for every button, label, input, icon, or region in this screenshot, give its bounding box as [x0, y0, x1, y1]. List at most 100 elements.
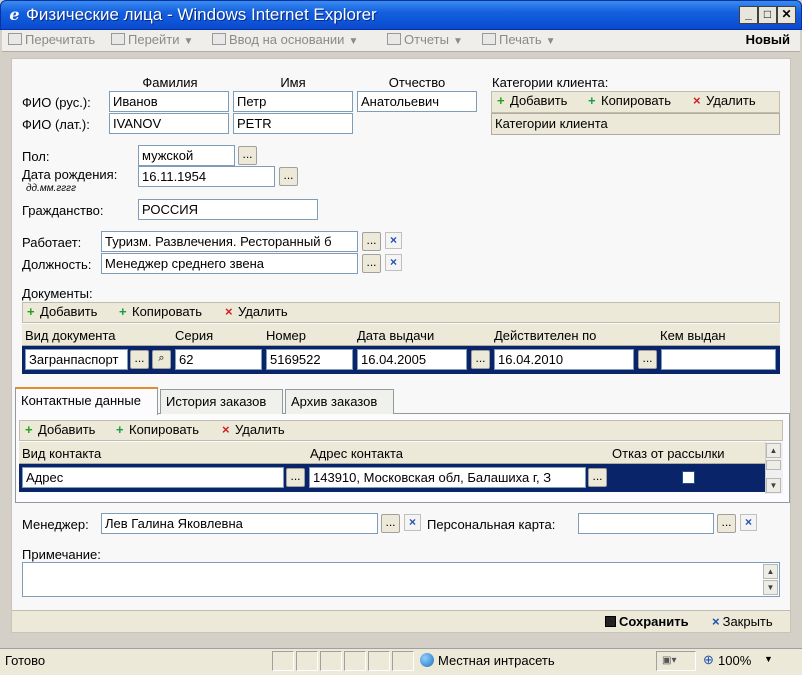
doc-type-select-button[interactable]: ...	[130, 350, 149, 369]
print-button[interactable]: Печать ▼	[482, 30, 556, 50]
last-name-lat-input[interactable]: IVANOV	[109, 113, 229, 134]
works-input[interactable]: Туризм. Развлечения. Ресторанный б	[101, 231, 358, 252]
documents-add-button[interactable]: + Добавить	[27, 304, 97, 320]
note-scroll-down-icon[interactable]: ▼	[763, 580, 778, 595]
goto-icon	[111, 33, 125, 45]
citizenship-input[interactable]: РОССИЯ	[138, 199, 318, 220]
doc-valid-input[interactable]: 16.04.2010	[494, 349, 634, 370]
scroll-up-icon[interactable]: ▲	[766, 443, 781, 458]
works-label: Работает:	[22, 235, 82, 250]
tab-order-history[interactable]: История заказов	[160, 389, 283, 414]
status-cell-6	[392, 651, 414, 671]
copy-icon: +	[588, 93, 596, 108]
goto-label: Перейти	[128, 32, 180, 47]
card-input[interactable]	[578, 513, 714, 534]
tab-order-archive[interactable]: Архив заказов	[285, 389, 394, 414]
status-cell-2	[296, 651, 318, 671]
card-label: Персональная карта:	[427, 517, 556, 532]
manager-label: Менеджер:	[22, 517, 89, 532]
manager-select-button[interactable]: ...	[381, 514, 400, 533]
status-cell-3	[320, 651, 342, 671]
delete-icon: ×	[693, 93, 701, 108]
position-clear-icon[interactable]: ×	[385, 254, 402, 271]
contact-address-input[interactable]: 143910, Московская обл, Балашиха г, З	[309, 467, 586, 488]
zoom-text[interactable]: 100%	[718, 652, 751, 670]
col-last-name: Фамилия	[142, 75, 198, 90]
contact-address-select-button[interactable]: ...	[588, 468, 607, 487]
zone-text: Местная интрасеть	[438, 653, 555, 668]
manager-input[interactable]: Лев Галина Яковлевна	[101, 513, 378, 534]
maximize-button[interactable]: □	[758, 6, 777, 24]
doc-issued-by-input[interactable]	[661, 349, 776, 370]
contact-type-select-button[interactable]: ...	[286, 468, 305, 487]
contacts-copy-button[interactable]: + Копировать	[116, 422, 199, 438]
first-name-lat-input[interactable]: PETR	[233, 113, 353, 134]
save-button[interactable]: Сохранить	[605, 614, 689, 630]
card-select-button[interactable]: ...	[717, 514, 736, 533]
gender-input[interactable]: мужской	[138, 145, 235, 166]
contacts-delete-button[interactable]: × Удалить	[222, 422, 285, 438]
citizenship-label: Гражданство:	[22, 203, 104, 218]
contact-type-input[interactable]: Адрес	[22, 467, 284, 488]
doc-type-input[interactable]: Загранпаспорт	[25, 349, 128, 370]
note-label: Примечание:	[22, 547, 101, 562]
reports-button[interactable]: Отчеты ▼	[387, 30, 463, 50]
print-label: Печать	[499, 32, 542, 47]
documents-delete-label: Удалить	[238, 304, 288, 319]
gender-select-button[interactable]: ...	[238, 146, 257, 165]
goto-button[interactable]: Перейти ▼	[111, 30, 193, 50]
fio-lat-label: ФИО (лат.):	[22, 117, 90, 132]
categories-add-button[interactable]: + Добавить	[497, 93, 567, 109]
minimize-button[interactable]: _	[739, 6, 758, 24]
based-on-icon	[212, 33, 226, 45]
based-on-button[interactable]: Ввод на основании ▼	[212, 30, 358, 50]
zoom-dropdown-icon[interactable]: ▼	[764, 654, 773, 664]
note-textarea[interactable]	[22, 562, 780, 597]
first-name-rus-input[interactable]: Петр	[233, 91, 353, 112]
documents-copy-button[interactable]: + Копировать	[119, 304, 202, 320]
doc-series-input[interactable]: 62	[175, 349, 262, 370]
new-record-label: Новый	[745, 32, 790, 47]
contacts-copy-label: Копировать	[129, 422, 199, 437]
last-name-rus-input[interactable]: Иванов	[109, 91, 229, 112]
contacts-delete-label: Удалить	[235, 422, 285, 437]
categories-delete-button[interactable]: × Удалить	[693, 93, 756, 109]
tab-contacts[interactable]: Контактные данные	[15, 387, 158, 415]
documents-col-valid: Действителен по	[494, 328, 597, 343]
contacts-col-unsubscribe: Отказ от рассылки	[612, 446, 725, 461]
doc-valid-picker-button[interactable]: ...	[638, 350, 657, 369]
categories-copy-label: Копировать	[601, 93, 671, 108]
scroll-down-icon[interactable]: ▼	[766, 478, 781, 493]
categories-copy-button[interactable]: + Копировать	[588, 93, 671, 109]
reread-button[interactable]: Перечитать	[8, 30, 95, 50]
fio-rus-label: ФИО (рус.):	[22, 95, 91, 110]
card-clear-icon[interactable]: ×	[740, 514, 757, 531]
delete-icon: ×	[222, 422, 230, 437]
works-clear-icon[interactable]: ×	[385, 232, 402, 249]
close-window-button[interactable]: ✕	[777, 6, 796, 24]
doc-issued-picker-button[interactable]: ...	[471, 350, 490, 369]
based-on-dropdown-icon: ▼	[348, 36, 359, 47]
manager-clear-icon[interactable]: ×	[404, 514, 421, 531]
doc-number-input[interactable]: 5169522	[266, 349, 353, 370]
doc-search-icon[interactable]: ⌕	[152, 350, 171, 369]
birth-date-picker-button[interactable]: ...	[279, 167, 298, 186]
contacts-col-address: Адрес контакта	[310, 446, 403, 461]
add-icon: +	[25, 422, 33, 437]
position-select-button[interactable]: ...	[362, 254, 381, 273]
unsubscribe-checkbox[interactable]	[682, 471, 695, 484]
birth-date-input[interactable]: 16.11.1954	[138, 166, 275, 187]
goto-dropdown-icon: ▼	[183, 36, 194, 47]
position-input[interactable]: Менеджер среднего звена	[101, 253, 358, 274]
doc-issued-input[interactable]: 16.04.2005	[357, 349, 467, 370]
contacts-add-button[interactable]: + Добавить	[25, 422, 95, 438]
documents-add-label: Добавить	[40, 304, 98, 319]
documents-delete-button[interactable]: × Удалить	[225, 304, 288, 320]
works-select-button[interactable]: ...	[362, 232, 381, 251]
categories-delete-label: Удалить	[706, 93, 756, 108]
close-button[interactable]: × Закрыть	[712, 614, 773, 630]
scroll-thumb[interactable]	[766, 460, 781, 470]
categories-add-label: Добавить	[510, 93, 568, 108]
middle-name-rus-input[interactable]: Анатольевич	[357, 91, 477, 112]
note-scroll-up-icon[interactable]: ▲	[763, 564, 778, 579]
